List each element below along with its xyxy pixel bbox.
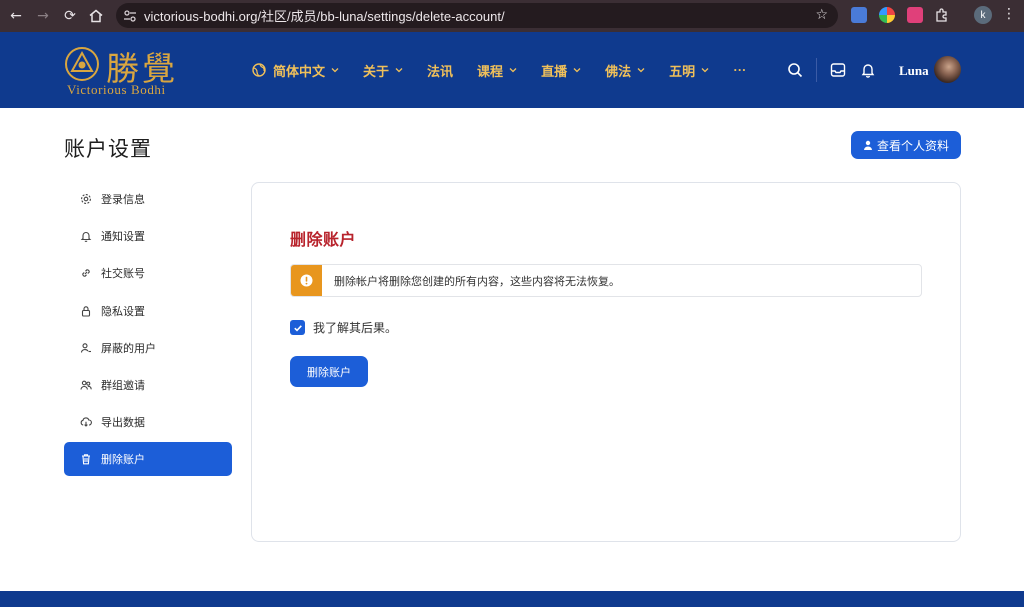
user-icon bbox=[863, 140, 872, 150]
trash-icon bbox=[80, 453, 92, 465]
menu-item-label: 五明 bbox=[669, 63, 696, 79]
consent-row[interactable]: 我了解其后果。 bbox=[290, 319, 397, 336]
menu-item-label: 佛法 bbox=[605, 63, 632, 79]
color-extension-icon[interactable] bbox=[879, 7, 895, 23]
logo-emblem-icon bbox=[65, 47, 99, 81]
url-text: victorious-bodhi.org/社区/成员/bb-luna/setti… bbox=[144, 9, 505, 24]
sidebar-item-label: 屏蔽的用户 bbox=[101, 342, 156, 355]
home-icon[interactable] bbox=[88, 8, 104, 29]
sidebar-item-label: 登录信息 bbox=[101, 194, 145, 206]
menu-item-live[interactable]: 直播 bbox=[541, 61, 581, 80]
extension-icon[interactable] bbox=[907, 7, 923, 23]
delete-account-button[interactable]: 删除账户 bbox=[290, 356, 368, 387]
gear-icon bbox=[80, 193, 92, 205]
lock-icon bbox=[80, 305, 92, 317]
menu-item-five-sciences[interactable]: 五明 bbox=[669, 61, 709, 80]
back-icon[interactable]: ← bbox=[4, 4, 28, 28]
site-logo[interactable]: 勝覺 Victorious Bodhi bbox=[64, 44, 184, 100]
menu-item-label: 直播 bbox=[541, 63, 568, 79]
logo-subtitle: Victorious Bodhi bbox=[67, 82, 166, 97]
chevron-down-icon bbox=[395, 68, 403, 73]
globe-icon bbox=[252, 63, 266, 77]
site-header: 勝覺 Victorious Bodhi 简体中文 关于 法讯 课程 直播 佛法 bbox=[0, 32, 1024, 108]
bookmark-star-icon[interactable]: ☆ bbox=[815, 7, 828, 23]
sidebar-item-social-accounts[interactable]: 社交账号 bbox=[64, 256, 232, 290]
sidebar-item-label: 群组邀请 bbox=[101, 379, 145, 392]
warning-icon bbox=[291, 265, 322, 296]
translate-extension-icon[interactable] bbox=[851, 7, 867, 23]
view-profile-label: 查看个人资料 bbox=[876, 138, 949, 153]
bell-icon[interactable] bbox=[860, 62, 876, 78]
browser-toolbar: ← → ⟳ victorious-bodhi.org/社区/成员/bb-luna… bbox=[0, 0, 1024, 32]
sidebar-item-label: 通知设置 bbox=[101, 231, 145, 244]
sidebar-item-login-info[interactable]: 登录信息 bbox=[64, 182, 232, 216]
chevron-down-icon bbox=[637, 68, 645, 73]
panel-title: 删除账户 bbox=[290, 232, 357, 249]
forward-icon[interactable]: → bbox=[31, 4, 55, 28]
cloud-download-icon bbox=[80, 416, 92, 428]
menu-item-language[interactable]: 简体中文 bbox=[252, 61, 339, 80]
user-avatar[interactable] bbox=[934, 56, 961, 83]
menu-item-dharma[interactable]: 佛法 bbox=[605, 61, 645, 80]
sidebar-item-privacy[interactable]: 隐私设置 bbox=[64, 294, 232, 328]
address-bar[interactable]: victorious-bodhi.org/社区/成员/bb-luna/setti… bbox=[116, 3, 838, 28]
users-icon bbox=[80, 379, 92, 391]
user-name[interactable]: Luna bbox=[899, 63, 929, 79]
chevron-down-icon bbox=[573, 68, 581, 73]
chevron-down-icon bbox=[331, 68, 339, 73]
reload-icon[interactable]: ⟳ bbox=[58, 4, 82, 28]
menu-item-label: 课程 bbox=[477, 63, 504, 79]
browser-profile-avatar[interactable]: k bbox=[974, 6, 992, 24]
page-title: 账户设置 bbox=[64, 137, 152, 161]
user-block-icon bbox=[80, 342, 92, 354]
sidebar-item-notifications[interactable]: 通知设置 bbox=[64, 219, 232, 253]
inbox-icon[interactable] bbox=[830, 62, 846, 78]
settings-sidebar: 登录信息 通知设置 社交账号 隐私设置 屏蔽的用户 群组邀请 导出数据 删除账户 bbox=[64, 182, 232, 480]
menu-item-news[interactable]: 法讯 bbox=[427, 61, 453, 80]
checkmark-icon bbox=[293, 324, 302, 332]
menu-item-label: 法讯 bbox=[427, 63, 454, 79]
search-icon[interactable] bbox=[787, 62, 803, 78]
chevron-down-icon bbox=[509, 68, 517, 73]
chevron-down-icon bbox=[701, 68, 709, 73]
view-profile-button[interactable]: 查看个人资料 bbox=[851, 131, 961, 159]
main-menu: 简体中文 关于 法讯 课程 直播 佛法 五明 ··· bbox=[252, 32, 770, 108]
sidebar-item-label: 隐私设置 bbox=[101, 305, 145, 318]
more-menu-label: ··· bbox=[733, 62, 747, 77]
sidebar-item-export-data[interactable]: 导出数据 bbox=[64, 405, 232, 439]
site-footer bbox=[0, 591, 1024, 607]
menu-item-more[interactable]: ··· bbox=[733, 62, 746, 78]
delete-account-panel: 删除账户 删除帐户将删除您创建的所有内容，这些内容将无法恢复。 我了解其后果。 … bbox=[251, 182, 961, 542]
header-divider bbox=[816, 58, 817, 82]
warning-notice: 删除帐户将删除您创建的所有内容，这些内容将无法恢复。 bbox=[290, 264, 922, 297]
puzzle-extensions-icon[interactable] bbox=[934, 7, 950, 28]
browser-menu-icon[interactable]: ⋮ bbox=[1002, 6, 1016, 22]
bell-icon bbox=[80, 230, 92, 243]
sidebar-item-label: 导出数据 bbox=[101, 417, 145, 430]
sidebar-item-group-invites[interactable]: 群组邀请 bbox=[64, 368, 232, 402]
sidebar-item-label: 社交账号 bbox=[101, 268, 145, 281]
site-info-icon[interactable] bbox=[116, 9, 144, 23]
sidebar-item-label: 删除账户 bbox=[101, 454, 145, 467]
consent-label[interactable]: 我了解其后果。 bbox=[313, 319, 397, 336]
menu-item-courses[interactable]: 课程 bbox=[477, 61, 517, 80]
warning-text: 删除帐户将删除您创建的所有内容，这些内容将无法恢复。 bbox=[334, 275, 620, 288]
menu-item-label: 关于 bbox=[363, 63, 390, 79]
menu-item-label: 简体中文 bbox=[273, 63, 326, 79]
sidebar-item-delete-account[interactable]: 删除账户 bbox=[64, 442, 232, 477]
link-icon bbox=[80, 267, 92, 279]
menu-item-about[interactable]: 关于 bbox=[363, 61, 403, 80]
consent-checkbox[interactable] bbox=[290, 320, 305, 335]
sidebar-item-blocked-users[interactable]: 屏蔽的用户 bbox=[64, 331, 232, 365]
